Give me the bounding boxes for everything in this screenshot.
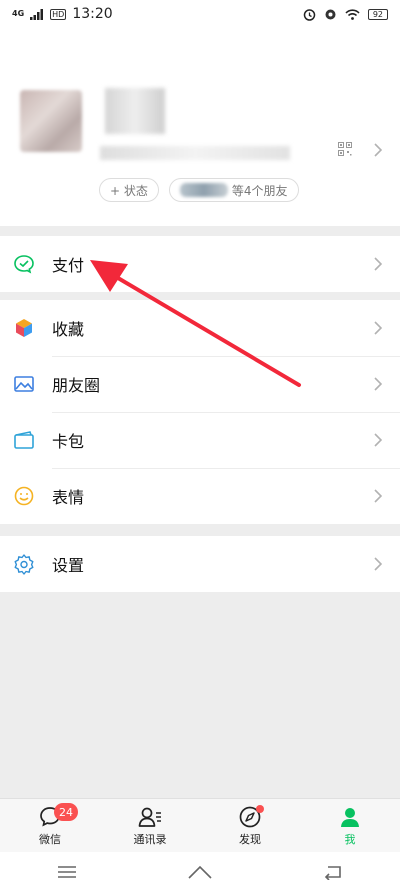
friends-chip[interactable]: 等4个朋友 <box>168 178 299 202</box>
moments-picture-icon <box>13 373 35 395</box>
menu-item-pay[interactable]: 支付 <box>0 236 400 292</box>
hd-badge: HD <box>50 8 67 20</box>
wifi-icon <box>345 8 360 20</box>
gear-icon <box>13 553 35 575</box>
chevron-right-icon <box>374 433 382 447</box>
home-icon[interactable] <box>180 857 220 887</box>
chevron-right-icon <box>374 557 382 571</box>
nickname-blurred <box>105 88 165 134</box>
signal-icon <box>30 8 44 20</box>
friends-chip-label: 等4个朋友 <box>231 183 288 198</box>
eye-comfort-icon <box>325 9 336 19</box>
system-navigation-bar <box>0 852 400 891</box>
chevron-right-icon <box>374 377 382 391</box>
avatar[interactable] <box>20 90 82 152</box>
network-type: 4G <box>12 9 25 18</box>
menu-item-label: 支付 <box>52 256 85 275</box>
back-icon[interactable] <box>313 857 353 887</box>
chevron-right-icon <box>374 489 382 503</box>
chevron-right-icon <box>374 257 382 271</box>
tab-chats[interactable]: 24 微信 <box>0 799 100 852</box>
status-bar: 4G HD 13:20 92 <box>0 0 400 28</box>
smiley-icon <box>13 485 35 507</box>
status-chip-label: + 状态 <box>110 183 148 198</box>
menu-item-stickers[interactable]: 表情 <box>0 468 400 524</box>
menu-item-label: 设置 <box>52 556 85 575</box>
menu-group-settings: 设置 <box>0 536 400 592</box>
pay-icon <box>13 253 35 275</box>
bottom-tab-bar: 24 微信 通讯录 发现 我 <box>0 798 400 852</box>
menu-item-settings[interactable]: 设置 <box>0 536 400 592</box>
chevron-right-icon <box>374 321 382 335</box>
menu-group-pay: 支付 <box>0 236 400 292</box>
status-chip[interactable]: + 状态 <box>99 178 159 202</box>
tab-me[interactable]: 我 <box>300 799 400 852</box>
clock: 13:20 <box>72 6 113 22</box>
tab-discover[interactable]: 发现 <box>200 799 300 852</box>
battery-indicator: 92 <box>367 8 388 20</box>
menu-item-label: 朋友圈 <box>52 376 101 395</box>
alarm-icon <box>303 8 316 21</box>
new-content-dot <box>256 805 264 813</box>
tab-label: 我 <box>344 832 356 846</box>
menu-item-cards[interactable]: 卡包 <box>0 412 400 468</box>
tab-label: 微信 <box>39 832 61 846</box>
tab-contacts[interactable]: 通讯录 <box>100 799 200 852</box>
menu-icon[interactable] <box>47 857 87 887</box>
contacts-icon <box>138 807 161 827</box>
tab-label: 发现 <box>239 832 261 846</box>
chevron-right-icon[interactable] <box>374 143 382 157</box>
tab-label: 通讯录 <box>133 832 167 846</box>
qr-code-icon[interactable] <box>338 142 352 156</box>
menu-item-label: 卡包 <box>52 432 85 451</box>
menu-item-label: 表情 <box>52 488 85 507</box>
profile-header[interactable]: + 状态 等4个朋友 <box>0 28 400 226</box>
card-wallet-icon <box>13 429 35 451</box>
friend-avatars-blurred <box>179 183 228 197</box>
menu-group-main: 收藏 朋友圈 卡包 表情 <box>0 300 400 524</box>
favorites-cube-icon <box>13 317 35 339</box>
menu-item-moments[interactable]: 朋友圈 <box>0 356 400 412</box>
unread-badge: 24 <box>54 803 78 821</box>
menu-item-favorites[interactable]: 收藏 <box>0 300 400 356</box>
menu-item-label: 收藏 <box>52 320 85 339</box>
person-icon <box>341 807 359 827</box>
wechat-id-blurred <box>100 146 290 160</box>
